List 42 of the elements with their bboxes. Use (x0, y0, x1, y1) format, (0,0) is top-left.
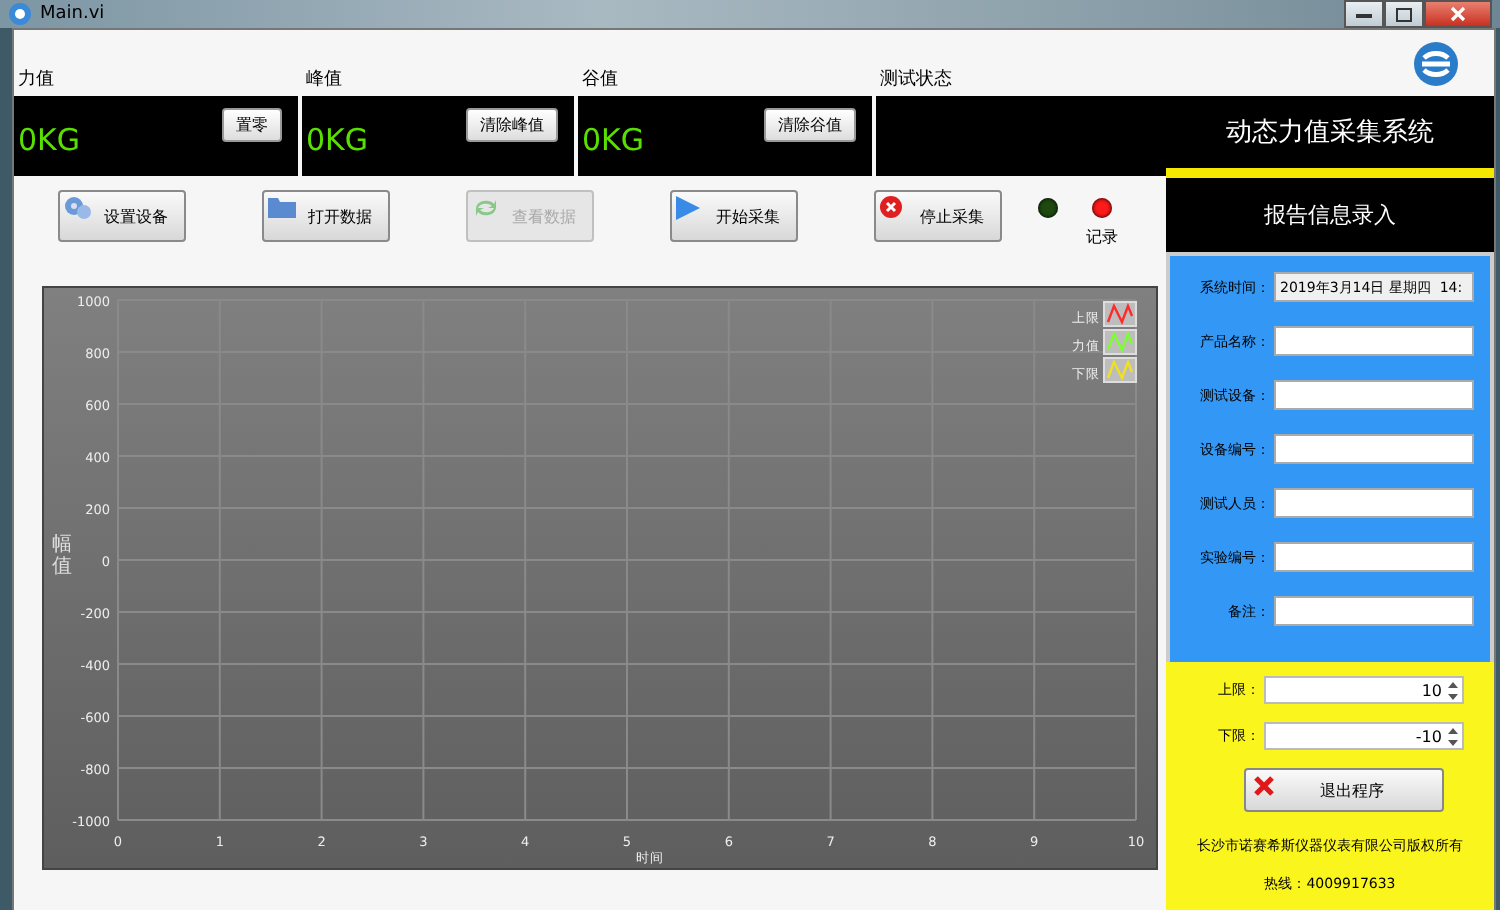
meter-value: 0KG (580, 122, 645, 158)
system-title: 动态力值采集系统 (1166, 96, 1494, 178)
numeric-field[interactable]: 10 (1264, 676, 1464, 704)
close-icon (1450, 6, 1466, 22)
meter-label: 力值 (16, 67, 56, 94)
meter-button[interactable]: 清除谷值 (764, 108, 856, 142)
meter-button[interactable]: 清除峰值 (466, 108, 558, 142)
logo-icon (1414, 41, 1458, 85)
spinner-icon (1446, 725, 1460, 747)
stop-icon (880, 196, 902, 218)
spinner-icon (1446, 679, 1460, 701)
minimize-icon (1356, 11, 1372, 17)
indicator-label: 记录 (1086, 225, 1118, 247)
section-title: 报告信息录入 (1262, 200, 1398, 232)
text-field[interactable] (1274, 326, 1474, 356)
y-axis-title: 幅值 (52, 534, 72, 578)
minimize-button[interactable] (1344, 0, 1384, 28)
meter-label: 谷值 (580, 67, 620, 94)
meter-value: 0KG (304, 122, 369, 158)
folder-icon (268, 196, 296, 218)
toolbar-button[interactable]: 打开数据 (262, 190, 390, 242)
exit-button[interactable]: 退出程序 (1244, 768, 1444, 812)
text-field[interactable] (1274, 488, 1474, 518)
refresh-icon (472, 196, 500, 220)
numeric-field[interactable]: -10 (1264, 722, 1464, 750)
meter-label: 峰值 (304, 67, 344, 94)
play-icon (676, 196, 700, 220)
meter-button[interactable]: 置零 (222, 108, 282, 142)
meter-value: 0KG (16, 122, 81, 158)
window-title: Main.vi (40, 4, 105, 24)
meter-label: 测试状态 (878, 67, 954, 94)
toolbar-button[interactable]: 设置设备 (58, 190, 186, 242)
text-field[interactable] (1274, 596, 1474, 626)
toolbar-button[interactable]: 停止采集 (874, 190, 1002, 242)
close-button[interactable] (1424, 0, 1492, 28)
toolbar-button[interactable]: 开始采集 (670, 190, 798, 242)
maximize-icon (1396, 7, 1412, 21)
text-field[interactable] (1274, 380, 1474, 410)
close-icon (1254, 776, 1274, 796)
maximize-button[interactable] (1384, 0, 1424, 28)
text-field[interactable] (1274, 542, 1474, 572)
text-field[interactable] (1274, 434, 1474, 464)
